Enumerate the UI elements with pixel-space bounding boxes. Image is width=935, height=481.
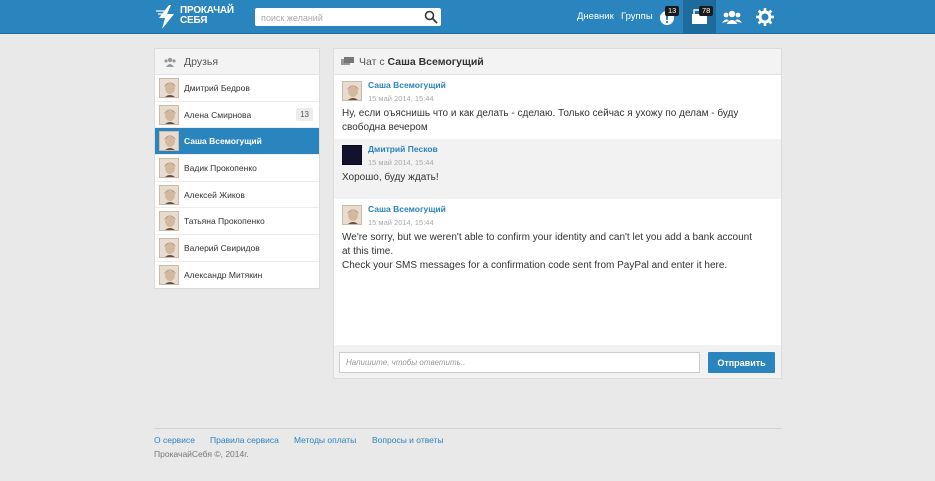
friend-item[interactable]: Алексей Жиков — [155, 182, 319, 209]
gear-icon[interactable] — [753, 5, 777, 29]
nav-groups-link[interactable]: Группы — [621, 11, 653, 22]
friends-icon[interactable] — [720, 5, 744, 29]
message-author-link[interactable]: Дмитрий Песков — [368, 144, 438, 154]
friend-name: Александр Митякин — [184, 269, 263, 280]
unread-count-badge: 13 — [296, 107, 313, 121]
chat-message: Саша Всемогущий 15 май 2014, 15:44 Ну, е… — [334, 75, 781, 139]
logo[interactable]: ПРОКАЧАЙ СЕБЯ — [156, 5, 236, 29]
copyright-text: ПрокачайСебя ©, 2014г. — [154, 449, 249, 459]
avatar — [159, 238, 179, 259]
friend-name: Валерий Свиридов — [184, 243, 260, 254]
chat-header: Чат с Саша Всемогущий — [334, 49, 781, 75]
message-author-link[interactable]: Саша Всемогущий — [368, 80, 446, 90]
footer-link-about[interactable]: О сервисе — [154, 435, 195, 445]
avatar — [342, 205, 362, 225]
friends-icon — [164, 57, 176, 67]
message-text-line: We're sorry, but we weren't able to conf… — [342, 232, 753, 257]
friend-item[interactable]: Дмитрий Бедров — [155, 75, 319, 102]
avatar — [159, 104, 179, 125]
avatar — [159, 211, 179, 232]
top-navbar: ПРОКАЧАЙ СЕБЯ Дневник Группы 13 78 — [0, 0, 935, 34]
friend-name: Татьяна Прокопенко — [184, 216, 265, 227]
friends-sidebar: Друзья Дмитрий Бедров Алена Смирнова 13 … — [154, 48, 320, 289]
friend-name: Алена Смирнова — [184, 109, 252, 120]
avatar — [342, 81, 362, 101]
lightning-icon — [156, 5, 174, 29]
reply-input[interactable] — [339, 352, 700, 373]
avatar — [159, 158, 179, 179]
nav-diary-link[interactable]: Дневник — [577, 11, 614, 22]
chat-bubble-icon — [341, 57, 354, 65]
chat-title: Чат с Саша Всемогущий — [359, 56, 484, 68]
chat-title-prefix: Чат с — [359, 56, 385, 68]
message-timestamp: 15 май 2014, 15:44 — [368, 158, 434, 167]
messages-badge: 78 — [699, 6, 714, 16]
friend-name: Алексей Жиков — [184, 189, 245, 200]
friend-item[interactable]: Вадик Прокопенко — [155, 155, 319, 182]
footer-link-faq[interactable]: Вопросы и ответы — [372, 435, 444, 445]
message-composer: Отправить — [334, 345, 781, 378]
notifications-badge: 13 — [665, 6, 680, 16]
friend-name: Вадик Прокопенко — [184, 163, 257, 174]
search-icon[interactable] — [424, 10, 438, 24]
friend-item-active[interactable]: Саша Всемогущий — [155, 128, 319, 156]
chat-panel: Чат с Саша Всемогущий Саша Всемогущий 15… — [333, 48, 782, 379]
sidebar-title: Друзья — [184, 56, 219, 68]
message-text: We're sorry, but we weren't able to conf… — [342, 231, 761, 273]
message-timestamp: 15 май 2014, 15:44 — [368, 94, 434, 103]
search-box — [255, 8, 441, 27]
footer-divider — [154, 428, 782, 429]
message-timestamp: 15 май 2014, 15:44 — [368, 218, 434, 227]
message-text: Ну, если оъяснишь что и как делать - сде… — [342, 108, 739, 133]
friend-item[interactable]: Александр Митякин — [155, 262, 319, 289]
friend-name: Дмитрий Бедров — [184, 83, 250, 93]
chat-title-name: Саша Всемогущий — [387, 56, 484, 68]
logo-text: ПРОКАЧАЙ СЕБЯ — [180, 6, 234, 26]
avatar — [342, 145, 362, 165]
friend-name: Саша Всемогущий — [184, 136, 262, 147]
footer-link-payment[interactable]: Методы оплаты — [294, 435, 356, 445]
friend-item[interactable]: Татьяна Прокопенко — [155, 208, 319, 236]
chat-message: Дмитрий Песков 15 май 2014, 15:44 Хорошо… — [334, 139, 781, 199]
footer-link-rules[interactable]: Правила сервиса — [210, 435, 279, 445]
avatar — [159, 184, 179, 205]
sidebar-header: Друзья — [155, 49, 319, 75]
logo-line-2: СЕБЯ — [180, 15, 208, 26]
send-button[interactable]: Отправить — [708, 352, 775, 373]
avatar — [159, 78, 179, 98]
message-author-link[interactable]: Саша Всемогущий — [368, 204, 446, 214]
message-text: Хорошо, буду ждать! — [342, 172, 439, 183]
friend-item[interactable]: Алена Смирнова 13 — [155, 102, 319, 129]
avatar — [159, 131, 179, 152]
friend-item[interactable]: Валерий Свиридов — [155, 235, 319, 262]
message-text-line: Check your SMS messages for a confirmati… — [342, 260, 728, 271]
avatar — [159, 264, 179, 285]
search-input[interactable] — [255, 9, 415, 27]
chat-message: Саша Всемогущий 15 май 2014, 15:44 We're… — [334, 199, 781, 289]
